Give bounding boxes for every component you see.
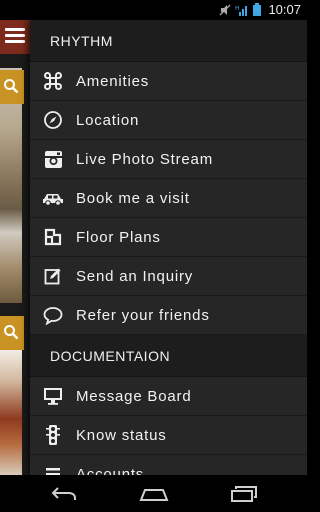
search-icon [4, 79, 19, 94]
search-button[interactable] [0, 316, 24, 350]
menu-item-location[interactable]: Location [30, 101, 307, 140]
navigation-bar [0, 475, 307, 512]
home-icon [139, 489, 169, 501]
list-icon [30, 465, 76, 475]
menu-item-send-inquiry[interactable]: Send an Inquiry [30, 257, 307, 296]
menu-item-label: Send an Inquiry [76, 267, 194, 285]
menu-item-label: Refer your friends [76, 306, 210, 324]
hamburger-menu-icon[interactable] [5, 28, 25, 44]
status-bar: H 10:07 [0, 0, 307, 20]
recent-apps-icon [231, 486, 257, 502]
property-photo[interactable] [0, 350, 22, 475]
command-icon [30, 71, 76, 91]
instagram-icon [30, 150, 76, 169]
menu-item-know-status[interactable]: Know status [30, 416, 307, 455]
section-header-documentation: DOCUMENTAION [30, 335, 307, 377]
search-icon [4, 325, 19, 340]
menu-item-label: Floor Plans [76, 228, 161, 246]
menu-item-label: Location [76, 111, 140, 129]
battery-icon [253, 3, 261, 21]
signal-icon: H [235, 3, 249, 21]
svg-text:H: H [235, 5, 240, 12]
menu-item-label: Live Photo Stream [76, 150, 213, 168]
section-header-rhythm: RHYTHM [30, 20, 307, 62]
mute-icon [219, 3, 231, 21]
search-button[interactable] [0, 70, 24, 104]
compass-icon [30, 110, 76, 130]
traffic-light-icon [30, 424, 76, 446]
app-header [0, 20, 30, 54]
menu-item-label: Amenities [76, 72, 150, 90]
menu-item-label: Know status [76, 426, 167, 444]
menu-item-live-photo-stream[interactable]: Live Photo Stream [30, 140, 307, 179]
menu-item-refer-friends[interactable]: Refer your friends [30, 296, 307, 335]
monitor-icon [30, 387, 76, 405]
chat-bubble-icon [30, 306, 76, 325]
back-icon [51, 487, 76, 500]
background-app [0, 20, 30, 475]
floor-plan-icon [30, 228, 76, 246]
menu-item-accounts[interactable]: Accounts [30, 455, 307, 475]
navigation-drawer: RHYTHM Amenities Location Live Photo Str… [30, 20, 307, 475]
recent-apps-button[interactable] [224, 483, 264, 505]
menu-item-message-board[interactable]: Message Board [30, 377, 307, 416]
menu-item-book-visit[interactable]: Book me a visit [30, 179, 307, 218]
edit-icon [30, 267, 76, 285]
status-icons: H [219, 3, 261, 21]
menu-item-amenities[interactable]: Amenities [30, 62, 307, 101]
menu-item-label: Book me a visit [76, 189, 190, 207]
menu-item-label: Accounts [76, 465, 145, 476]
menu-item-label: Message Board [76, 387, 192, 405]
status-time: 10:07 [268, 2, 301, 17]
home-button[interactable] [134, 483, 174, 505]
car-icon [30, 190, 76, 206]
menu-item-floor-plans[interactable]: Floor Plans [30, 218, 307, 257]
back-button[interactable] [44, 483, 84, 505]
